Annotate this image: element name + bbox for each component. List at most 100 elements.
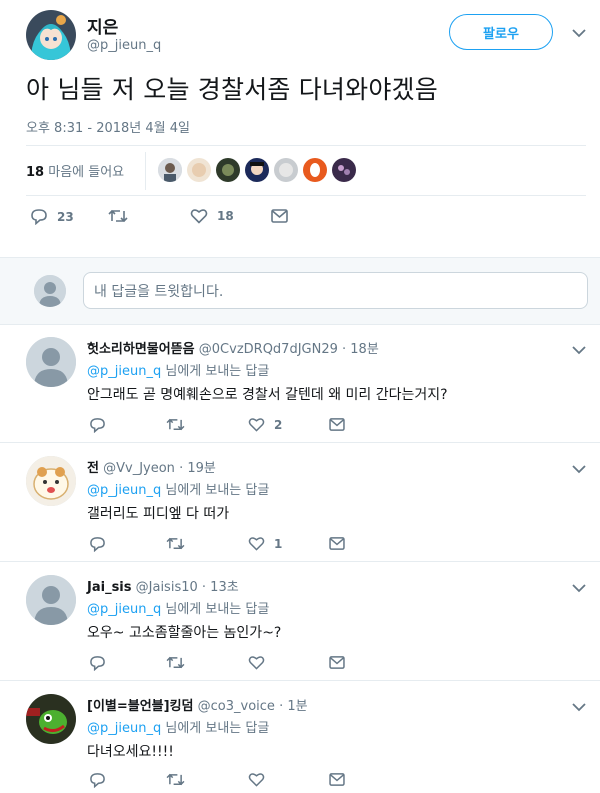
reply-to-label: 님에게 보내는 답글	[165, 364, 270, 379]
reply-to-label: 님에게 보내는 답글	[165, 602, 270, 617]
like-action[interactable]: 2	[248, 417, 282, 432]
reply-action[interactable]: 23	[30, 208, 74, 225]
retweet-action[interactable]	[166, 772, 185, 787]
liker-avatar[interactable]	[216, 158, 240, 182]
reply-action[interactable]	[89, 536, 106, 552]
reply-composer: 내 답글을 트윗합니다.	[0, 257, 600, 325]
reply-author-handle[interactable]: @Vv_Jyeon	[103, 461, 175, 476]
liker-avatar[interactable]	[274, 158, 298, 182]
reply-author-handle[interactable]: @co3_voice	[198, 699, 275, 714]
retweet-icon	[166, 773, 185, 786]
heart-icon	[248, 418, 265, 432]
divider	[26, 145, 586, 146]
liker-avatar[interactable]	[158, 158, 182, 182]
heart-icon	[190, 209, 208, 224]
author-avatar[interactable]	[26, 10, 76, 60]
reply-text: 안그래도 곧 명예훼손으로 경찰서 갈텐데 왜 미리 간다는거지?	[87, 387, 448, 403]
message-action[interactable]	[271, 209, 288, 223]
reply-to-link[interactable]: @p_jieun_q	[87, 721, 161, 736]
divider	[26, 195, 586, 196]
user-avatar-icon[interactable]	[26, 337, 76, 387]
reply-header: 헛소리하면물어뜯음 @0CvzDRQd7dJGN29 · 18분	[87, 342, 379, 357]
message-action[interactable]	[329, 773, 345, 786]
user-avatar-icon	[34, 275, 66, 307]
reply-author-handle[interactable]: @Jaisis10	[136, 580, 198, 595]
user-avatar-icon[interactable]	[26, 694, 76, 744]
like-count: 1	[274, 536, 283, 551]
retweet-action[interactable]	[166, 417, 185, 432]
reply-author-name[interactable]: 전	[87, 461, 99, 476]
likes-summary[interactable]: 18 마음에 들어요	[26, 161, 124, 180]
tweet-text: 아 님들 저 오늘 경찰서좀 다녀와야겠음	[26, 75, 438, 104]
reply-author-name[interactable]: 헛소리하면물어뜯음	[87, 342, 195, 357]
liker-avatar[interactable]	[245, 158, 269, 182]
reply-time[interactable]: 18분	[350, 342, 379, 357]
reply-action[interactable]	[89, 655, 106, 671]
reply-action[interactable]	[89, 417, 106, 433]
message-action[interactable]	[329, 418, 345, 431]
chevron-down-icon[interactable]	[572, 583, 586, 593]
tweet-timestamp[interactable]: 오후 8:31 - 2018년 4월 4일	[26, 117, 190, 136]
reply-icon	[90, 537, 105, 552]
message-action[interactable]	[329, 537, 345, 550]
reply-header: 전 @Vv_Jyeon · 19분	[87, 461, 216, 476]
reply-text: 다녀오세요!!!!	[87, 744, 174, 760]
like-action[interactable]	[248, 655, 265, 670]
reply-tweet: Jai_sis @Jaisis10 · 13초 @p_jieun_q 님에게 보…	[0, 563, 600, 681]
user-avatar-icon[interactable]	[26, 456, 76, 506]
reply-author-name[interactable]: [이별=블언블]킹덤	[87, 699, 194, 714]
reply-context: @p_jieun_q 님에게 보내는 답글	[87, 717, 269, 736]
user-avatar-icon[interactable]	[26, 575, 76, 625]
reply-to-label: 님에게 보내는 답글	[165, 721, 270, 736]
reply-tweet: [이별=블언블]킹덤 @co3_voice · 1분 @p_jieun_q 님에…	[0, 682, 600, 793]
like-count: 2	[274, 417, 283, 432]
heart-icon	[248, 773, 265, 787]
like-action[interactable]: 18	[190, 208, 234, 224]
reply-author-handle[interactable]: @0CvzDRQd7dJGN29	[199, 342, 338, 357]
author-handle[interactable]: @p_jieun_q	[87, 38, 161, 53]
follow-button[interactable]: 팔로우	[449, 14, 553, 50]
reply-icon	[31, 209, 47, 225]
reply-icon	[90, 773, 105, 788]
reply-time[interactable]: 19분	[187, 461, 216, 476]
likes-label: 마음에 들어요	[48, 165, 125, 180]
liker-avatar[interactable]	[187, 158, 211, 182]
message-icon	[329, 773, 345, 786]
like-action[interactable]: 1	[248, 536, 282, 551]
chevron-down-icon[interactable]	[572, 464, 586, 474]
liker-avatar[interactable]	[332, 158, 356, 182]
reply-count: 23	[57, 209, 74, 224]
reply-to-link[interactable]: @p_jieun_q	[87, 602, 161, 617]
retweet-action[interactable]	[166, 536, 185, 551]
like-count: 18	[217, 209, 234, 223]
message-action[interactable]	[329, 656, 345, 669]
reply-context: @p_jieun_q 님에게 보내는 답글	[87, 598, 269, 617]
chevron-down-icon[interactable]	[572, 345, 586, 355]
like-action[interactable]	[248, 772, 265, 787]
reply-action[interactable]	[89, 772, 106, 788]
reply-author-name[interactable]: Jai_sis	[87, 580, 132, 595]
author-name[interactable]: 지은	[87, 13, 118, 38]
retweet-icon	[166, 656, 185, 669]
retweet-icon	[166, 537, 185, 550]
retweet-action[interactable]	[166, 655, 185, 670]
reply-to-link[interactable]: @p_jieun_q	[87, 364, 161, 379]
retweet-action[interactable]	[108, 208, 137, 224]
reply-input[interactable]: 내 답글을 트윗합니다.	[83, 272, 588, 309]
likes-count: 18	[26, 165, 45, 180]
heart-icon	[248, 656, 265, 670]
reply-to-link[interactable]: @p_jieun_q	[87, 483, 161, 498]
liker-avatar[interactable]	[303, 158, 327, 182]
message-icon	[329, 418, 345, 431]
retweet-icon	[108, 209, 128, 223]
reply-to-label: 님에게 보내는 답글	[165, 483, 270, 498]
reply-time[interactable]: 13초	[210, 580, 239, 595]
main-tweet: 지은 @p_jieun_q 팔로우 아 님들 저 오늘 경찰서좀 다녀와야겠음 …	[0, 0, 600, 255]
reply-text: 오우~ 고소좀할줄아는 놈인가~?	[87, 625, 282, 641]
reply-time[interactable]: 1분	[287, 699, 307, 714]
chevron-down-icon[interactable]	[572, 28, 586, 38]
reply-context: @p_jieun_q 님에게 보내는 답글	[87, 360, 269, 379]
chevron-down-icon[interactable]	[572, 702, 586, 712]
reply-context: @p_jieun_q 님에게 보내는 답글	[87, 479, 269, 498]
retweet-icon	[166, 418, 185, 431]
